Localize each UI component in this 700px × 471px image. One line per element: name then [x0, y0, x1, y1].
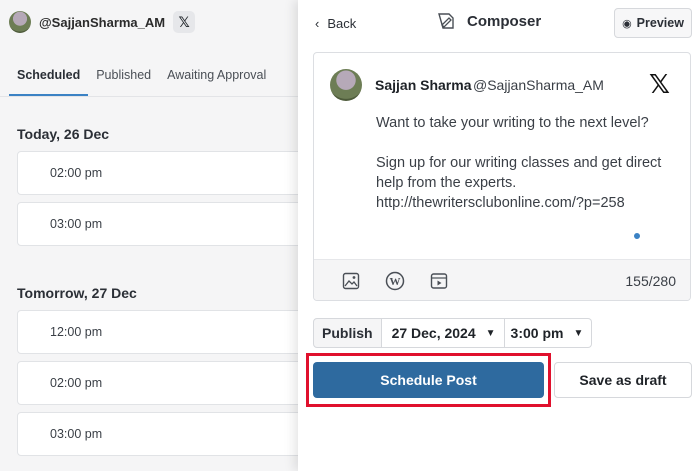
slot-time: 03:00 pm	[50, 427, 103, 441]
author-handle: @SajjanSharma_AM	[473, 77, 604, 93]
time-select[interactable]: 3:00 pm ▼	[504, 318, 593, 348]
cursor-dot	[634, 233, 640, 239]
tab-published[interactable]: Published	[88, 58, 159, 96]
author-name: Sajjan Sharma	[375, 77, 472, 93]
post-text-editor[interactable]: Want to take your writing to the next le…	[376, 113, 666, 233]
chevron-left-icon: ‹	[315, 16, 320, 31]
tab-awaiting-approval[interactable]: Awaiting Approval	[159, 58, 274, 96]
time-slot[interactable]: 03:00 pm	[17, 412, 307, 456]
wordpress-icon[interactable]: W	[383, 269, 407, 293]
avatar	[9, 11, 31, 33]
time-slot[interactable]: 12:00 pm	[17, 310, 307, 354]
back-button[interactable]: ‹ Back	[315, 16, 356, 31]
slot-time: 03:00 pm	[50, 217, 103, 231]
account-header[interactable]: @SajjanSharma_AM 𝕏	[9, 11, 196, 33]
schedule-panel: @SajjanSharma_AM 𝕏 Scheduled Published A…	[0, 0, 307, 471]
save-draft-button[interactable]: Save as draft	[554, 362, 692, 398]
tab-scheduled[interactable]: Scheduled	[9, 58, 89, 96]
account-handle: @SajjanSharma_AM	[39, 14, 166, 30]
preview-label: Preview	[636, 16, 684, 30]
post-paragraph: Sign up for our writing classes and get …	[376, 155, 662, 211]
composer-panel: ‹ Back Composer ◉ Preview Sajjan Sharma …	[298, 0, 700, 471]
page-title: Composer	[467, 12, 542, 30]
character-counter: 155/280	[625, 273, 676, 289]
tab-bar: Scheduled Published Awaiting Approval	[0, 58, 298, 96]
chevron-down-icon: ▼	[573, 327, 584, 339]
eye-icon: ◉	[622, 17, 632, 30]
date-value: 27 Dec, 2024	[391, 325, 476, 341]
time-slot[interactable]: 03:00 pm	[17, 202, 307, 246]
back-label: Back	[327, 16, 357, 31]
slot-time: 02:00 pm	[50, 376, 103, 390]
composer-header: Composer	[437, 12, 541, 30]
post-preview-card: Sajjan Sharma @SajjanSharma_AM 𝕏 Want to…	[313, 52, 691, 301]
schedule-post-button[interactable]: Schedule Post	[313, 362, 544, 398]
app-root: @SajjanSharma_AM 𝕏 Scheduled Published A…	[0, 0, 700, 471]
x-logo-icon: 𝕏	[649, 69, 670, 99]
date-select[interactable]: 27 Dec, 2024 ▼	[381, 318, 505, 348]
image-icon[interactable]	[339, 269, 363, 293]
chevron-down-icon: ▼	[485, 327, 496, 339]
video-icon[interactable]	[427, 269, 451, 293]
compose-icon	[438, 13, 454, 29]
day-heading: Today, 26 Dec	[17, 126, 110, 142]
slot-time: 02:00 pm	[50, 166, 103, 180]
post-paragraph: Want to take your writing to the next le…	[376, 115, 649, 131]
day-heading: Tomorrow, 27 Dec	[17, 285, 137, 301]
preview-button[interactable]: ◉ Preview	[614, 8, 692, 38]
time-value: 3:00 pm	[510, 325, 564, 341]
svg-text:W: W	[390, 276, 401, 288]
media-toolbar: W 155/280	[314, 259, 690, 300]
publish-schedule-row: Publish 27 Dec, 2024 ▼ 3:00 pm ▼	[313, 318, 593, 348]
divider	[0, 96, 298, 97]
slot-time: 12:00 pm	[50, 325, 103, 339]
time-slot[interactable]: 02:00 pm	[17, 151, 307, 195]
avatar	[330, 69, 362, 101]
time-slot[interactable]: 02:00 pm	[17, 361, 307, 405]
publish-label: Publish	[313, 318, 382, 348]
x-logo-icon: 𝕏	[173, 11, 196, 33]
